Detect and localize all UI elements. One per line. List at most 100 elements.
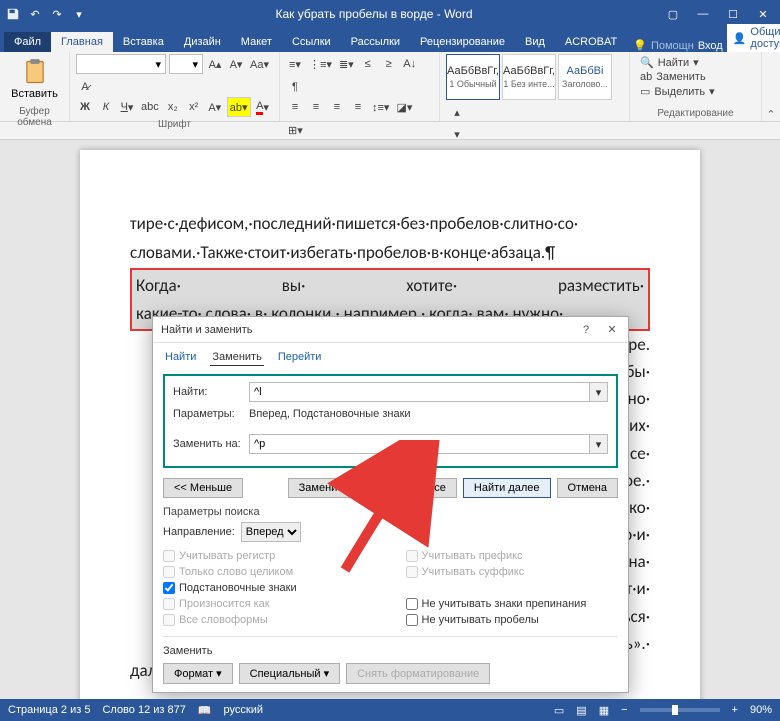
dialog-close-icon[interactable]: ✕: [604, 322, 620, 338]
style-normal[interactable]: АаБбВвГг,1 Обычный: [446, 54, 500, 100]
subscript-icon[interactable]: x₂: [164, 97, 182, 117]
find-input[interactable]: [249, 382, 590, 402]
special-button[interactable]: Специальный ▾: [239, 663, 340, 684]
replace-input[interactable]: [249, 434, 590, 454]
collapse-ribbon-icon[interactable]: ⌃: [762, 52, 780, 121]
zoom-level[interactable]: 90%: [750, 704, 772, 716]
tab-acrobat[interactable]: ACROBAT: [555, 32, 627, 52]
increase-indent-icon[interactable]: ≥: [380, 54, 398, 74]
dlg-tab-replace[interactable]: Заменить: [210, 349, 263, 366]
dlg-tab-goto[interactable]: Перейти: [276, 349, 324, 366]
align-left-icon[interactable]: ≡: [286, 97, 304, 117]
find-dropdown-icon[interactable]: ▾: [590, 382, 608, 402]
underline-icon[interactable]: Ч▾: [118, 97, 136, 117]
status-language[interactable]: русский: [224, 704, 263, 716]
tab-home[interactable]: Главная: [51, 32, 113, 52]
no-format-button[interactable]: Снять форматирование: [346, 663, 490, 684]
minimize-icon[interactable]: —: [690, 1, 716, 27]
check-sounds-like[interactable]: Произносится как: [163, 598, 376, 610]
styles-up-icon[interactable]: ▴: [448, 102, 466, 122]
zoom-out-icon[interactable]: −: [621, 704, 627, 716]
zoom-in-icon[interactable]: +: [732, 704, 738, 716]
superscript-icon[interactable]: x²: [185, 97, 203, 117]
show-marks-icon[interactable]: ¶: [286, 77, 304, 97]
grow-font-icon[interactable]: A▴: [206, 54, 224, 74]
check-prefix[interactable]: Учитывать префикс: [406, 550, 619, 562]
view-web-icon[interactable]: ▦: [599, 704, 609, 717]
save-icon[interactable]: [4, 5, 22, 23]
align-right-icon[interactable]: ≡: [328, 97, 346, 117]
text-effects-icon[interactable]: A▾: [206, 97, 224, 117]
change-case-icon[interactable]: Aa▾: [248, 54, 271, 74]
tell-me-search[interactable]: 💡Помощн: [633, 39, 694, 52]
tab-references[interactable]: Ссылки: [282, 32, 341, 52]
bottom-section-label: Заменить: [163, 645, 618, 657]
sign-in-link[interactable]: Вход: [694, 40, 727, 52]
replace-all-button[interactable]: Заменить все: [365, 478, 457, 498]
tab-layout[interactable]: Макет: [231, 32, 282, 52]
italic-icon[interactable]: К: [97, 97, 115, 117]
direction-select[interactable]: Вперед: [241, 522, 301, 542]
person-icon: 👤: [733, 32, 747, 45]
check-ignore-punct[interactable]: Не учитывать знаки препинания: [406, 598, 619, 610]
check-ignore-space[interactable]: Не учитывать пробелы: [406, 614, 619, 626]
sort-icon[interactable]: A↓: [401, 54, 419, 74]
strike-icon[interactable]: abc: [139, 97, 161, 117]
check-word-forms[interactable]: Все словоформы: [163, 614, 376, 626]
highlight-icon[interactable]: ab▾: [227, 97, 251, 117]
multilevel-icon[interactable]: ≣▾: [337, 54, 356, 74]
replace-button[interactable]: abЗаменить: [640, 71, 751, 83]
less-button[interactable]: << Меньше: [163, 478, 243, 498]
tab-insert[interactable]: Вставка: [113, 32, 174, 52]
check-suffix[interactable]: Учитывать суффикс: [406, 566, 619, 578]
numbering-icon[interactable]: ⋮≡▾: [307, 54, 334, 74]
find-button[interactable]: 🔍Найти▾: [640, 56, 751, 69]
highlighted-fields: Найти: ▾ Параметры: Вперед, Подстановочн…: [163, 374, 618, 468]
select-button[interactable]: ▭Выделить▾: [640, 85, 751, 98]
borders-icon[interactable]: ⊞▾: [286, 120, 305, 140]
share-button[interactable]: 👤Общий доступ: [727, 24, 780, 52]
style-heading1[interactable]: АаБбВіЗаголово...: [558, 54, 612, 100]
cancel-button[interactable]: Отмена: [557, 478, 618, 498]
check-whole-word[interactable]: Только слово целиком: [163, 566, 376, 578]
view-read-icon[interactable]: ▭: [554, 704, 564, 717]
tab-view[interactable]: Вид: [515, 32, 555, 52]
align-center-icon[interactable]: ≡: [307, 97, 325, 117]
style-nospacing[interactable]: АаБбВвГг,1 Без инте...: [502, 54, 556, 100]
status-words[interactable]: Слово 12 из 877: [102, 704, 185, 716]
dlg-tab-find[interactable]: Найти: [163, 349, 198, 366]
format-button[interactable]: Формат ▾: [163, 663, 233, 684]
check-match-case[interactable]: Учитывать регистр: [163, 550, 376, 562]
tab-review[interactable]: Рецензирование: [410, 32, 515, 52]
line-spacing-icon[interactable]: ↕≡▾: [370, 97, 391, 117]
view-print-icon[interactable]: ▤: [576, 704, 586, 717]
undo-icon[interactable]: ↶: [26, 5, 44, 23]
replace-one-button[interactable]: Заменить: [288, 478, 359, 498]
replace-icon: ab: [640, 71, 652, 83]
paste-button[interactable]: Вставить: [6, 54, 63, 104]
dialog-help-icon[interactable]: ?: [578, 322, 594, 338]
font-size-combo[interactable]: ▾: [169, 54, 203, 74]
zoom-slider[interactable]: [640, 708, 720, 712]
font-name-combo[interactable]: ▾: [76, 54, 166, 74]
replace-dropdown-icon[interactable]: ▾: [590, 434, 608, 454]
tab-design[interactable]: Дизайн: [174, 32, 231, 52]
decrease-indent-icon[interactable]: ≤: [359, 54, 377, 74]
status-proofing-icon[interactable]: 📖: [198, 704, 212, 717]
status-page[interactable]: Страница 2 из 5: [8, 704, 90, 716]
redo-icon[interactable]: ↷: [48, 5, 66, 23]
bold-icon[interactable]: Ж: [76, 97, 94, 117]
cursor-icon: ▭: [640, 85, 650, 98]
qat-customize-icon[interactable]: ▾: [70, 5, 88, 23]
tab-file[interactable]: Файл: [4, 32, 51, 52]
check-wildcards[interactable]: Подстановочные знаки: [163, 582, 376, 594]
find-next-button[interactable]: Найти далее: [463, 478, 551, 498]
ribbon-display-icon[interactable]: ▢: [660, 1, 686, 27]
justify-icon[interactable]: ≡: [349, 97, 367, 117]
tab-mailings[interactable]: Рассылки: [341, 32, 410, 52]
font-color-icon[interactable]: A▾: [254, 97, 272, 117]
clear-format-icon[interactable]: A̷: [76, 77, 94, 97]
bullets-icon[interactable]: ≡▾: [286, 54, 304, 74]
shading-icon[interactable]: ◪▾: [394, 97, 414, 117]
shrink-font-icon[interactable]: A▾: [227, 54, 245, 74]
